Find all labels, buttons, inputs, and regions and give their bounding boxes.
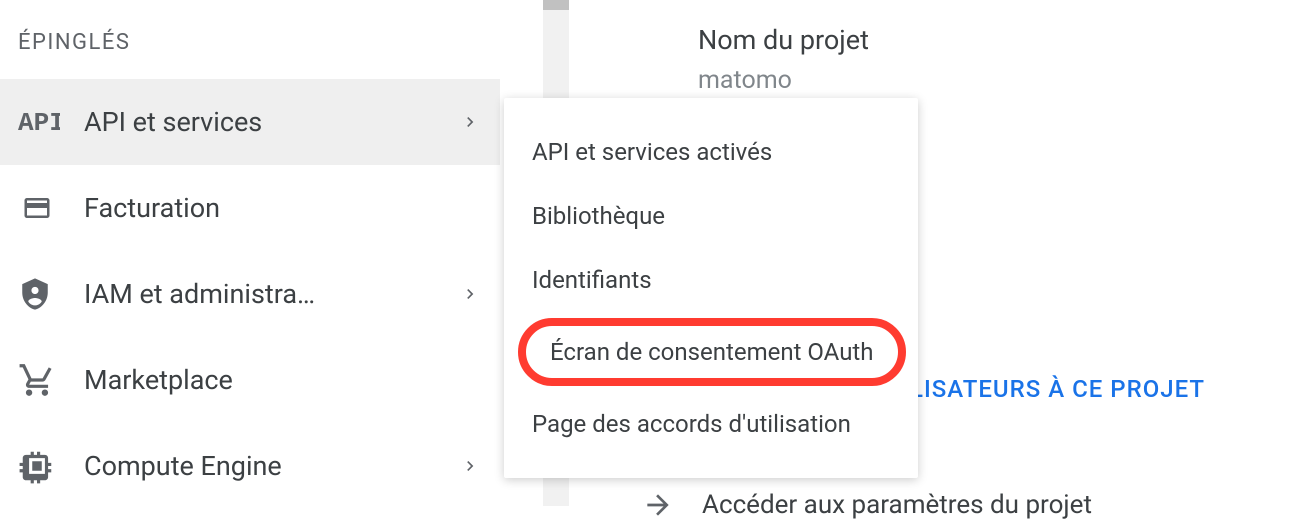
sidebar: ÉPINGLÉS API API et services Facturation… <box>0 0 500 506</box>
chevron-right-icon <box>460 112 480 132</box>
sidebar-item-label: API et services <box>84 106 460 138</box>
sidebar-item-label: Compute Engine <box>84 450 460 482</box>
chevron-right-icon <box>460 456 480 476</box>
sidebar-item-marketplace[interactable]: Marketplace <box>0 337 500 423</box>
project-settings-label: Accéder aux paramètres du projet <box>702 490 1092 520</box>
sidebar-item-api-services[interactable]: API API et services <box>0 79 500 165</box>
chevron-right-icon <box>460 284 480 304</box>
submenu-item-usage-agreements[interactable]: Page des accords d'utilisation <box>504 392 918 456</box>
sidebar-item-billing[interactable]: Facturation <box>0 165 500 251</box>
iam-shield-icon <box>18 274 84 314</box>
submenu-item-library[interactable]: Bibliothèque <box>504 184 918 248</box>
submenu-item-oauth-consent[interactable]: Écran de consentement OAuth <box>518 318 906 386</box>
submenu-item-enabled-apis[interactable]: API et services activés <box>504 120 918 184</box>
compute-chip-icon <box>18 447 84 485</box>
sidebar-item-label: IAM et administra… <box>84 278 460 310</box>
svg-text:API: API <box>18 108 60 136</box>
project-name-label: Nom du projet <box>640 0 1294 56</box>
marketplace-cart-icon <box>18 361 84 399</box>
submenu-item-credentials[interactable]: Identifiants <box>504 248 918 312</box>
api-icon: API <box>18 108 84 136</box>
pinned-section-label: ÉPINGLÉS <box>0 0 500 79</box>
api-services-submenu: API et services activés Bibliothèque Ide… <box>504 98 918 478</box>
sidebar-item-label: Facturation <box>84 192 480 224</box>
sidebar-item-iam[interactable]: IAM et administra… <box>0 251 500 337</box>
billing-icon <box>18 193 84 223</box>
project-name-value: matomo <box>640 56 1294 95</box>
scrollbar-thumb[interactable] <box>543 0 569 10</box>
sidebar-item-compute-engine[interactable]: Compute Engine <box>0 423 500 509</box>
arrow-right-icon <box>642 489 674 521</box>
sidebar-item-label: Marketplace <box>84 364 480 396</box>
